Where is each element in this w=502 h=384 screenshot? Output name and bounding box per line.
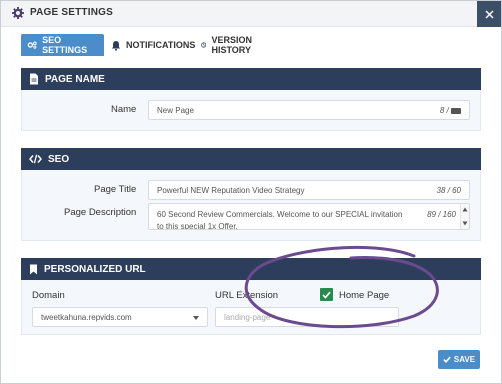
page-title-value: Powerful NEW Reputation Video Strategy [157,185,305,195]
check-icon [443,356,451,363]
section-title: PERSONALIZED URL [44,263,146,275]
bell-icon [112,40,120,51]
name-counter: 8 / [440,106,461,115]
domain-label: Domain [32,290,65,301]
tab-label: VERSION HISTORY [211,35,252,55]
section-title: SEO [48,153,70,165]
tab-label: SEO SETTINGS [42,35,88,55]
page-description-field[interactable]: 60 Second Review Commercials. Welcome to… [148,203,470,230]
page-description-label: Page Description [64,207,137,218]
scroll-up-icon[interactable] [462,207,468,212]
page-settings-dialog: PAGE SETTINGS SEO SETTINGS NOTIFICATIONS [0,0,502,384]
domain-select[interactable]: tweetkahuna.repvids.com [32,307,208,327]
seo-body: Page Title Powerful NEW Reputation Video… [21,170,481,241]
page-description-value: 60 Second Review Commercials. Welcome to… [157,210,403,230]
keyboard-icon [451,107,461,114]
gear-icon [12,7,24,19]
tab-seo-settings[interactable]: SEO SETTINGS [21,34,104,56]
scroll-down-icon[interactable] [462,221,468,226]
tab-label: NOTIFICATIONS [126,40,196,50]
chevron-down-icon [193,316,199,320]
name-field[interactable]: New Page 8 / [148,100,470,120]
page-title-field[interactable]: Powerful NEW Reputation Video Strategy 3… [148,180,470,200]
document-icon [30,73,38,85]
tab-notifications[interactable]: NOTIFICATIONS [111,34,195,56]
seo-header: SEO [21,148,481,170]
name-value: New Page [157,105,194,115]
gears-icon [27,41,37,49]
tab-version-history[interactable]: VERSION HISTORY [201,34,257,56]
page-title-counter: 38 / 60 [436,186,461,195]
name-label: Name [111,104,137,115]
section-title: PAGE NAME [45,73,105,85]
close-icon [484,9,494,19]
clock-icon [201,42,207,48]
close-button[interactable] [477,1,501,27]
page-description-counter: 89 / 160 [427,210,456,219]
domain-value: tweetkahuna.repvids.com [41,312,132,322]
title-bar: PAGE SETTINGS [1,1,501,27]
annotation-circle [244,245,439,329]
save-button[interactable]: SAVE [438,350,480,369]
bookmark-icon [30,264,37,274]
page-name-body: Name New Page 8 / [21,90,481,131]
save-label: SAVE [453,355,476,364]
page-title-label: Page Title [94,184,137,195]
code-icon [29,154,42,164]
page-name-header: PAGE NAME [21,68,481,90]
description-scrollbar[interactable] [460,204,469,229]
dialog-title: PAGE SETTINGS [30,7,113,18]
